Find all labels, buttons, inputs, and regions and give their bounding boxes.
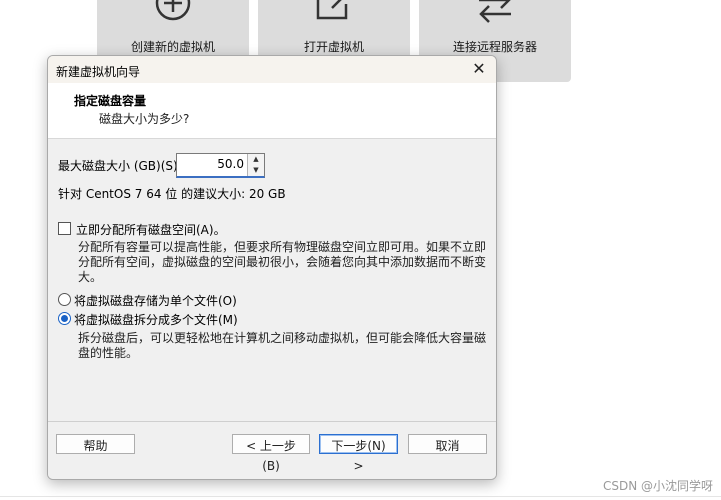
close-icon: ✕	[472, 59, 486, 78]
max-size-input[interactable]: 50.0	[217, 157, 244, 171]
recommended-size-text: 针对 CentOS 7 64 位 的建议大小: 20 GB	[58, 187, 286, 201]
watermark: CSDN @小沈同学呀	[602, 479, 713, 493]
open-vm-label: 打开虚拟机	[303, 40, 364, 54]
open-folder-icon	[312, 0, 356, 27]
multi-file-radio[interactable]	[58, 312, 71, 325]
step-subtitle: 磁盘大小为多少?	[99, 112, 190, 126]
wizard-header: 指定磁盘容量 磁盘大小为多少?	[48, 83, 496, 139]
next-button[interactable]: 下一步(N) >	[319, 434, 398, 473]
new-vm-wizard-dialog: 新建虚拟机向导 ✕ 指定磁盘容量 磁盘大小为多少? 最大磁盘大小 (GB)(S)…	[47, 55, 497, 480]
split-description: 拆分磁盘后，可以更轻松地在计算机之间移动虚拟机，但可能会降低大容量磁盘的性能。	[78, 331, 487, 360]
plus-circle-icon	[151, 0, 195, 27]
dialog-title: 新建虚拟机向导	[56, 65, 141, 79]
single-file-label[interactable]: 将虚拟磁盘存储为单个文件(O)	[74, 292, 237, 309]
dialog-titlebar[interactable]: 新建虚拟机向导 ✕	[48, 56, 496, 83]
remote-connect-icon	[473, 0, 517, 27]
stepper-arrows: ▲ ▼	[247, 154, 264, 176]
max-size-label: 最大磁盘大小 (GB)(S):	[58, 159, 182, 173]
allocate-description: 分配所有容量可以提高性能，但要求所有物理磁盘空间立即可用。如果不立即分配所有空间…	[78, 240, 487, 284]
close-button[interactable]: ✕	[468, 59, 490, 79]
create-vm-label: 创建新的虚拟机	[130, 40, 215, 54]
triangle-up-icon: ▲	[253, 155, 259, 163]
divider	[0, 496, 721, 497]
single-file-radio[interactable]	[58, 293, 71, 306]
wizard-body: 最大磁盘大小 (GB)(S): 50.0 ▲ ▼ 针对 CentOS 7 64 …	[48, 139, 496, 422]
help-button[interactable]: 帮助	[56, 434, 135, 454]
stepper-down-button[interactable]: ▼	[248, 165, 264, 176]
cancel-button[interactable]: 取消	[408, 434, 487, 454]
connect-remote-label: 连接远程服务器	[452, 40, 537, 54]
back-button[interactable]: < 上一步(B)	[232, 434, 310, 473]
multi-file-label[interactable]: 将虚拟磁盘拆分成多个文件(M)	[74, 311, 238, 328]
allocate-all-checkbox[interactable]	[58, 222, 71, 235]
allocate-all-label[interactable]: 立即分配所有磁盘空间(A)。	[76, 221, 226, 238]
triangle-down-icon: ▼	[253, 166, 259, 174]
wizard-footer: 帮助 < 上一步(B) 下一步(N) > 取消	[48, 421, 496, 479]
step-title: 指定磁盘容量	[74, 94, 147, 108]
max-size-stepper[interactable]: 50.0 ▲ ▼	[176, 153, 265, 178]
